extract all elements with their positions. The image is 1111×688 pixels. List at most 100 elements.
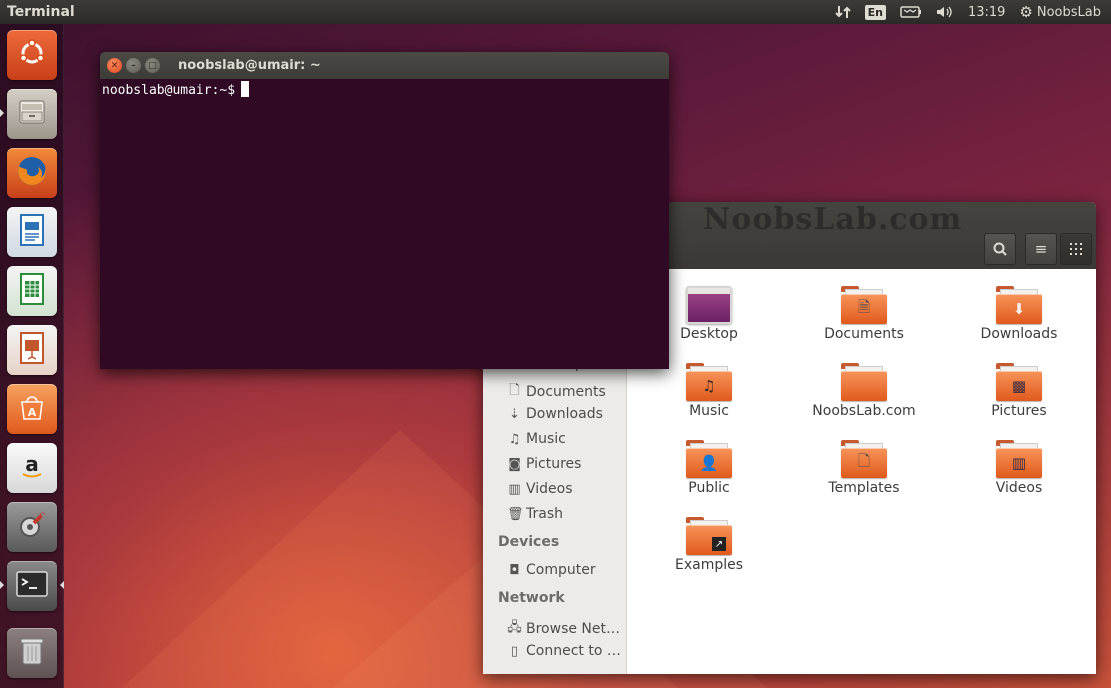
examples-folder-icon: ↗ — [686, 517, 732, 555]
camera-icon: ◙ — [508, 456, 521, 472]
sidebar-item-label: Downloads — [526, 406, 603, 422]
folder-icon — [841, 363, 887, 401]
drive-icon: ◘ — [509, 562, 520, 578]
amazon-icon: a — [17, 451, 47, 485]
minimize-button[interactable]: – — [126, 58, 141, 73]
launcher-system-settings[interactable] — [7, 502, 57, 552]
sidebar-item-connect-to-server[interactable]: ▯ Connect to … — [507, 643, 621, 659]
sidebar-item-label: Connect to … — [526, 643, 621, 659]
file-item-downloads[interactable]: ⬇ Downloads — [954, 286, 1084, 342]
file-item-label: Pictures — [991, 403, 1047, 419]
document-icon: 🗋 — [509, 383, 520, 398]
videos-folder-icon: ▥ — [996, 440, 1042, 478]
file-item-examples[interactable]: ↗ Examples — [644, 517, 774, 573]
keyboard-layout-label: En — [864, 4, 886, 20]
network-icon[interactable] — [834, 4, 851, 20]
file-item-label: NoobsLab.com — [812, 403, 916, 419]
terminal-icon — [15, 569, 49, 603]
session-user-label: NoobsLab — [1036, 4, 1101, 20]
documents-folder-icon: 🗎 — [841, 286, 887, 324]
search-icon — [993, 242, 1007, 256]
desktop-folder-icon — [686, 286, 732, 324]
search-button[interactable] — [984, 233, 1016, 265]
trash-icon — [18, 635, 46, 671]
launcher-software-center[interactable]: A — [7, 384, 57, 434]
watermark: NoobsLab.com — [703, 202, 963, 237]
file-item-public[interactable]: 👤 Public — [644, 440, 774, 496]
file-item-documents[interactable]: 🗎 Documents — [799, 286, 929, 342]
terminal-prompt: noobslab@umair:~$ — [102, 83, 236, 98]
music-icon: ♫ — [508, 431, 521, 447]
grid-icon — [1070, 243, 1082, 255]
launcher-trash[interactable] — [7, 628, 57, 678]
list-icon: ≡ — [1034, 240, 1048, 258]
launcher-libreoffice-calc[interactable] — [7, 266, 57, 316]
launcher-files[interactable] — [7, 89, 57, 139]
battery-icon[interactable] — [900, 6, 922, 18]
sidebar-item-label: Documents — [526, 384, 606, 400]
pictures-folder-icon: ▩ — [996, 363, 1042, 401]
sidebar-item-label: Trash — [526, 506, 563, 522]
launcher-libreoffice-impress[interactable] — [7, 325, 57, 375]
launcher-amazon[interactable]: a — [7, 443, 57, 493]
sidebar-heading-devices: Devices — [498, 534, 560, 550]
file-item-noobslab[interactable]: NoobsLab.com — [799, 363, 929, 419]
svg-text:A: A — [28, 406, 37, 419]
terminal-body[interactable]: noobslab@umair:~$ — [100, 79, 669, 100]
file-item-label: Videos — [995, 480, 1043, 496]
sidebar-item-pictures[interactable]: ◙ Pictures — [507, 456, 581, 472]
file-item-templates[interactable]: 🗋 Templates — [799, 440, 929, 496]
grid-view-button[interactable] — [1060, 233, 1092, 265]
ubuntu-logo-icon — [17, 38, 47, 72]
firefox-icon — [15, 154, 49, 192]
sidebar-item-downloads[interactable]: ⇣ Downloads — [507, 406, 603, 422]
sidebar-heading-network: Network — [498, 590, 565, 606]
downloads-folder-icon: ⬇ — [996, 286, 1042, 324]
keyboard-layout-indicator[interactable]: En — [864, 4, 886, 20]
close-icon: ✕ — [110, 60, 119, 71]
launcher-dash-home[interactable] — [7, 30, 57, 80]
terminal-cursor — [241, 81, 250, 97]
sidebar-item-trash[interactable]: 🗑 Trash — [507, 506, 563, 522]
sidebar-item-videos[interactable]: ▥ Videos — [507, 481, 573, 497]
music-folder-icon: ♫ — [686, 363, 732, 401]
list-view-button[interactable]: ≡ — [1025, 233, 1057, 265]
sidebar-item-label: Videos — [526, 481, 573, 497]
file-item-label: Downloads — [980, 326, 1058, 342]
sidebar-item-music[interactable]: ♫ Music — [507, 431, 566, 447]
server-icon: ▯ — [510, 643, 519, 659]
volume-icon[interactable] — [936, 5, 954, 19]
svg-text:a: a — [25, 452, 39, 476]
file-item-videos[interactable]: ▥ Videos — [954, 440, 1084, 496]
session-menu[interactable]: ⚙ NoobsLab — [1019, 3, 1101, 21]
settings-icon — [16, 509, 48, 545]
sidebar-item-computer[interactable]: ◘ Computer — [507, 562, 595, 578]
gear-icon: ⚙ — [1019, 3, 1033, 21]
file-item-pictures[interactable]: ▩ Pictures — [954, 363, 1084, 419]
terminal-window[interactable]: ✕ – □ noobslab@umair: ~ noobslab@umair:~… — [100, 52, 669, 369]
calc-icon — [17, 272, 47, 310]
top-panel: Terminal En 13:19 ⚙ NoobsLab — [0, 0, 1111, 24]
running-indicator — [0, 109, 4, 117]
running-indicator — [0, 581, 4, 589]
maximize-icon: □ — [148, 60, 157, 71]
trash-icon: 🗑 — [507, 506, 524, 522]
minimize-icon: – — [131, 60, 136, 71]
terminal-titlebar[interactable]: ✕ – □ noobslab@umair: ~ — [100, 52, 669, 79]
active-app-title: Terminal — [7, 4, 75, 20]
launcher: A a — [0, 24, 64, 688]
file-item-label: Music — [689, 403, 729, 419]
software-center-icon: A — [17, 392, 47, 426]
clock[interactable]: 13:19 — [968, 5, 1005, 20]
sidebar-item-browse-network[interactable]: 🖧 Browse Net… — [507, 618, 620, 640]
sidebar-item-documents[interactable]: 🗋 Documents — [507, 381, 606, 403]
close-button[interactable]: ✕ — [107, 58, 122, 73]
file-item-music[interactable]: ♫ Music — [644, 363, 774, 419]
maximize-button[interactable]: □ — [145, 58, 160, 73]
indicator-area: En 13:19 ⚙ NoobsLab — [834, 3, 1111, 21]
writer-icon — [17, 213, 47, 251]
launcher-terminal[interactable] — [7, 561, 57, 611]
launcher-firefox[interactable] — [7, 148, 57, 198]
launcher-libreoffice-writer[interactable] — [7, 207, 57, 257]
network-icon: 🖧 — [507, 620, 522, 635]
